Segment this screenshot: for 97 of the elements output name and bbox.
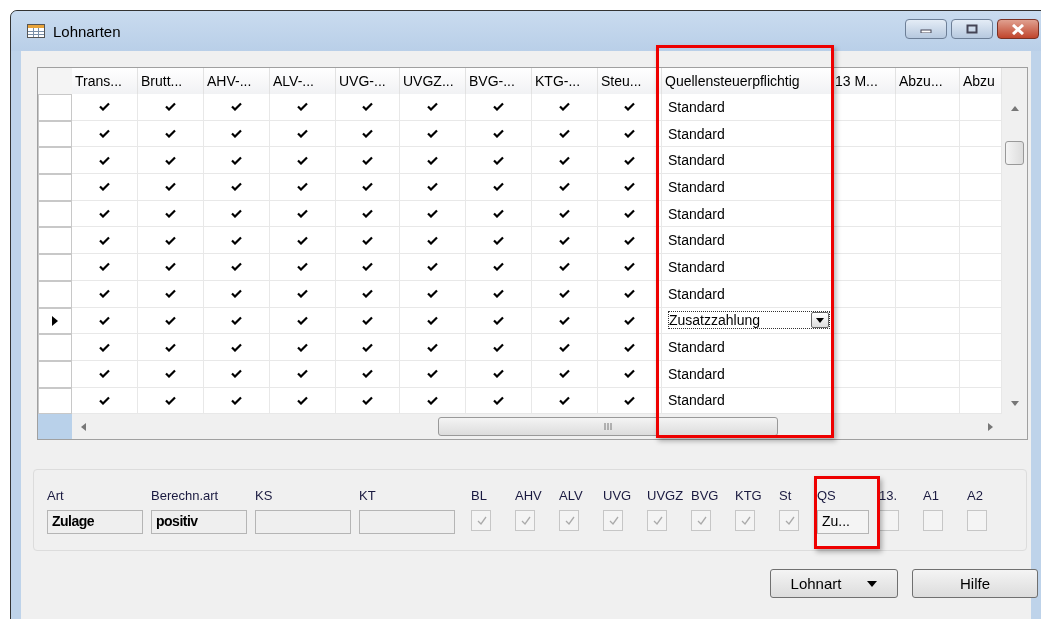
table-cell: Standard <box>668 125 725 142</box>
text-field[interactable] <box>359 510 455 534</box>
table-cell <box>832 307 896 335</box>
table-cell <box>832 227 896 255</box>
table-cell <box>832 174 896 201</box>
checkbox[interactable] <box>779 510 799 531</box>
field-label: UVGZ <box>647 488 684 503</box>
table-cell <box>832 120 896 148</box>
maximize-button[interactable] <box>951 19 993 39</box>
checkmark-icon <box>607 515 619 526</box>
column-header[interactable]: 13 M... <box>832 68 896 94</box>
checkmark-icon <box>563 515 575 526</box>
field-label: KS <box>255 488 273 503</box>
table-cell <box>896 94 960 121</box>
table-cell: Standard <box>668 392 725 409</box>
table-cell <box>832 200 896 228</box>
field-label: A1 <box>923 488 939 503</box>
column-header[interactable]: UVG-... <box>336 68 400 94</box>
field-label: BVG <box>691 488 719 503</box>
close-button[interactable] <box>997 19 1039 39</box>
vertical-scrollbar[interactable] <box>1002 68 1027 440</box>
row-selector[interactable] <box>38 307 72 335</box>
checkmark-icon <box>651 515 663 526</box>
help-button[interactable]: Hilfe <box>912 569 1038 598</box>
table-cell <box>832 254 896 281</box>
table-cell: Standard <box>668 205 725 222</box>
column-header[interactable]: Brutt... <box>138 68 204 94</box>
horizontal-scrollbar[interactable] <box>72 414 1002 440</box>
column-header[interactable]: ALV-... <box>270 68 336 94</box>
field-label: ALV <box>559 488 583 503</box>
field-label: QS <box>817 488 836 503</box>
checkmark-icon <box>783 515 795 526</box>
dropdown-field[interactable]: Zusatzzahlung <box>668 311 830 330</box>
text-field[interactable] <box>255 510 351 534</box>
scroll-up-icon[interactable] <box>1010 105 1019 111</box>
scrollbar-thumb[interactable] <box>1005 141 1024 165</box>
text-field[interactable]: Zulage <box>47 510 143 534</box>
checkbox[interactable] <box>967 510 987 531</box>
column-header[interactable]: BVG-... <box>466 68 532 94</box>
window-title: Lohnarten <box>53 22 121 40</box>
field-label: Art <box>47 488 64 503</box>
checkmark-icon <box>475 515 487 526</box>
checkbox[interactable] <box>559 510 579 531</box>
checkbox[interactable] <box>603 510 623 531</box>
field-label: Berechn.art <box>151 488 219 503</box>
select-all-corner[interactable] <box>38 414 72 440</box>
scroll-down-icon[interactable] <box>1010 401 1019 408</box>
table-cell: Standard <box>668 258 725 275</box>
scroll-left-icon[interactable] <box>80 422 86 431</box>
field-label: 13. <box>879 488 898 503</box>
table-cell <box>832 334 896 361</box>
text-field[interactable]: positiv <box>151 510 247 534</box>
table-cell: Standard <box>668 285 725 302</box>
table-cell <box>832 147 896 175</box>
close-icon <box>1011 23 1025 35</box>
current-row-icon <box>52 315 58 326</box>
table-cell: Standard <box>668 365 725 382</box>
table-cell <box>832 280 896 308</box>
table-cell: Standard <box>668 98 725 115</box>
field-label: KTG <box>735 488 762 503</box>
scrollbar-thumb[interactable] <box>438 417 778 437</box>
table-cell: Standard <box>668 339 725 356</box>
maximize-icon <box>966 24 978 34</box>
checkmark-icon <box>695 515 707 526</box>
table-cell <box>832 360 896 388</box>
column-header[interactable]: UVGZ... <box>400 68 466 94</box>
field-label: AHV <box>515 488 542 503</box>
column-header[interactable]: KTG-... <box>532 68 598 94</box>
checkbox[interactable] <box>923 510 943 531</box>
column-header[interactable]: Steu... <box>598 68 662 94</box>
checkbox[interactable] <box>647 510 667 531</box>
text-field[interactable]: Zu... <box>817 510 869 534</box>
table-cell: Standard <box>668 178 725 195</box>
table-icon <box>27 24 45 38</box>
field-label: A2 <box>967 488 983 503</box>
checkbox[interactable] <box>879 510 899 531</box>
checkbox[interactable] <box>515 510 535 531</box>
field-label: KT <box>359 488 376 503</box>
column-header[interactable]: AHV-... <box>204 68 270 94</box>
caret-icon <box>867 580 878 587</box>
minimize-button[interactable] <box>905 19 947 39</box>
field-label: St <box>779 488 792 503</box>
scroll-right-icon[interactable] <box>988 422 994 431</box>
field-label: BL <box>471 488 487 503</box>
checkmark-icon <box>519 515 531 526</box>
table-cell <box>832 94 896 121</box>
checkbox[interactable] <box>735 510 755 531</box>
checkbox[interactable] <box>471 510 491 531</box>
table-cell: Standard <box>668 152 725 169</box>
field-label: UVG <box>603 488 632 503</box>
column-header[interactable]: Abzu... <box>896 68 960 94</box>
checkmark-icon <box>739 515 751 526</box>
menu-button[interactable]: Lohnart <box>770 569 898 598</box>
column-header[interactable]: Trans... <box>72 68 138 94</box>
checkbox[interactable] <box>691 510 711 531</box>
table-cell: Standard <box>668 232 725 249</box>
column-header[interactable]: Abzu <box>960 68 1002 94</box>
